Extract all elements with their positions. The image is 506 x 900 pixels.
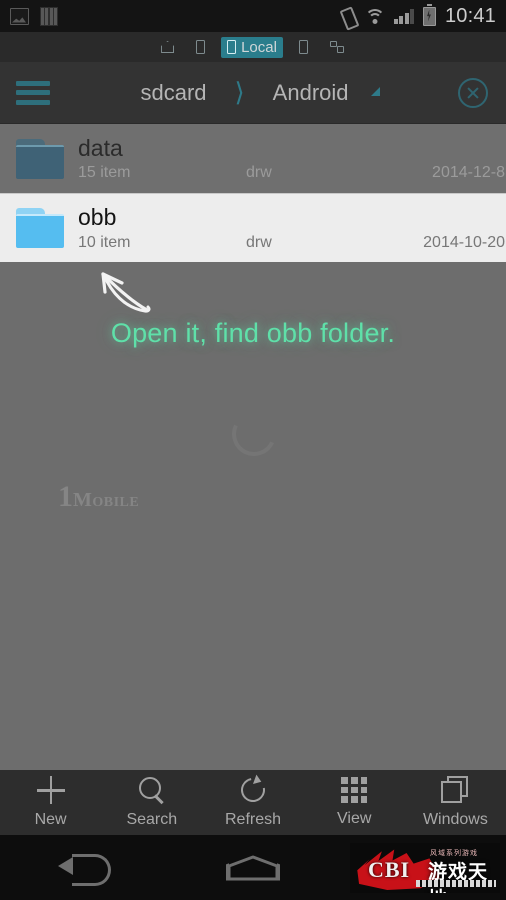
loading-spinner-icon (225, 405, 283, 463)
toolbar-new-label: New (34, 811, 67, 828)
grid-view-icon (341, 777, 368, 803)
instruction-text: Open it, find obb folder. (110, 318, 396, 348)
watermark-word: Mobile (73, 489, 140, 511)
toolbar-refresh-label: Refresh (224, 811, 282, 828)
curved-arrow-up-left-icon (101, 272, 151, 313)
device-icon (227, 40, 237, 54)
network-share-icon (329, 40, 345, 54)
watermark-digit: 1 (58, 480, 73, 513)
device-icon (298, 40, 308, 54)
nav-home-button[interactable] (169, 855, 338, 881)
hamburger-menu-icon[interactable] (16, 80, 50, 105)
back-arrow-icon (58, 853, 112, 886)
android-file-manager-screen: 10:41 Local sdcard ⟩ Android data 15 ite… (0, 0, 506, 900)
toolbar-windows-button[interactable]: Windows (405, 776, 506, 829)
storage-tab-strip: Local (0, 32, 506, 62)
tab-local[interactable]: Local (221, 36, 283, 58)
folder-icon (16, 138, 64, 179)
file-date: 2014-10-20 (423, 233, 505, 251)
device-icon (196, 40, 206, 54)
status-bar-left-icons (10, 6, 58, 26)
tab-local-label: Local (241, 38, 277, 56)
nav-back-button[interactable] (0, 853, 169, 886)
table-row[interactable]: data 15 item drw 2014-12-8 (0, 124, 506, 193)
tab-network[interactable] (324, 39, 351, 56)
table-row[interactable]: obb 10 item drw 2014-10-20 (0, 193, 506, 262)
file-meta: 10 item drw 2014-10-20 (78, 234, 506, 252)
cellular-signal-icon (393, 8, 414, 24)
tab-home[interactable] (155, 39, 180, 55)
home-pentagon-icon (226, 855, 280, 881)
file-permissions: drw (246, 233, 272, 251)
file-permissions: drw (246, 164, 272, 182)
breadcrumb-item-current[interactable]: Android (251, 80, 371, 106)
close-circle-icon[interactable] (458, 77, 488, 108)
breadcrumb: sdcard ⟩ Android (50, 77, 448, 108)
status-bar: 10:41 (0, 0, 506, 32)
file-name: data (78, 134, 123, 161)
toolbar-search-label: Search (126, 811, 178, 828)
tab-device-1[interactable] (190, 38, 211, 56)
toolbar-view-button[interactable]: View (304, 777, 405, 828)
file-item-count: 15 item (78, 164, 131, 182)
toolbar-view-label: View (337, 810, 372, 827)
vibrate-icon (340, 7, 356, 26)
breadcrumb-item-root[interactable]: sdcard (118, 80, 228, 106)
content-area: Open it, find obb folder. 1 Mobile (0, 262, 506, 770)
cbi-logo-underbar (416, 880, 496, 887)
striped-bars-icon (40, 6, 58, 26)
onemobile-watermark: 1 Mobile (58, 480, 139, 514)
file-item-count: 10 item (78, 233, 131, 251)
file-name: obb (78, 204, 117, 231)
file-date: 2014-12-8 (432, 164, 505, 182)
folder-icon (16, 208, 64, 248)
path-header-bar: sdcard ⟩ Android (0, 62, 506, 124)
file-list: data 15 item drw 2014-12-8 obb 10 item d… (0, 124, 506, 262)
cbi-logo-chinese-text: 游戏天地 (428, 862, 489, 893)
windows-stack-icon (441, 776, 469, 804)
toolbar-windows-label: Windows (422, 811, 488, 828)
chevron-right-icon: ⟩ (234, 77, 245, 107)
cbi-logo-text: CBI (368, 857, 411, 882)
home-icon (161, 41, 174, 53)
android-navigation-bar: CBI 风域系列游戏 游戏天地 (0, 835, 506, 900)
search-icon (138, 776, 166, 804)
battery-charging-icon (422, 4, 436, 26)
breadcrumb-overflow-marker (370, 87, 380, 96)
file-row-text: obb 10 item drw 2014-10-20 (78, 204, 506, 251)
screenshot-image-icon (10, 7, 29, 25)
file-meta: 15 item drw 2014-12-8 (78, 164, 506, 182)
wifi-icon (364, 8, 385, 24)
toolbar-new-button[interactable]: New (0, 776, 101, 829)
cbi-site-watermark-logo: CBI 风域系列游戏 游戏天地 (350, 843, 500, 893)
refresh-icon (239, 776, 267, 804)
toolbar-refresh-button[interactable]: Refresh (202, 776, 303, 829)
tab-device-2[interactable] (293, 38, 314, 56)
file-row-text: data 15 item drw 2014-12-8 (78, 135, 506, 182)
bottom-toolbar: New Search Refresh View Windows (0, 770, 506, 835)
plus-icon (36, 776, 65, 804)
toolbar-search-button[interactable]: Search (101, 776, 202, 829)
status-bar-right-icons: 10:41 (340, 4, 496, 28)
status-bar-clock: 10:41 (444, 4, 496, 27)
